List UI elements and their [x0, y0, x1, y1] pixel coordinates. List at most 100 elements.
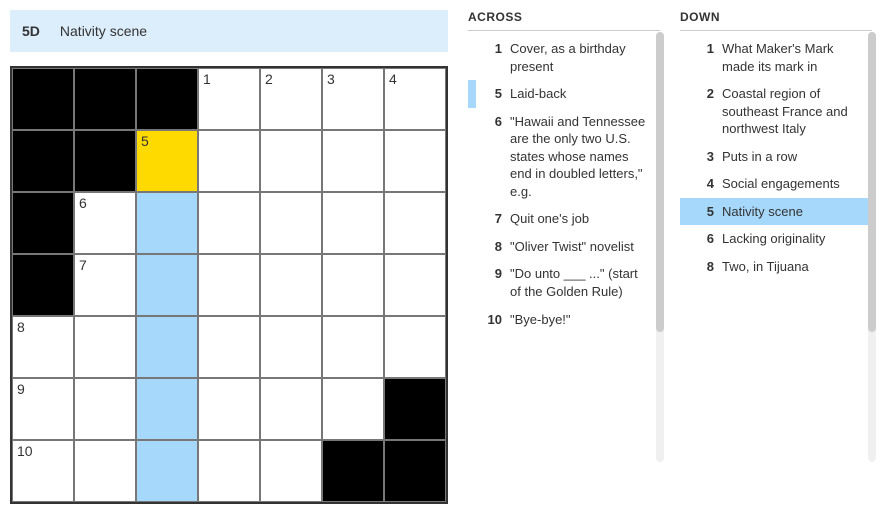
clue-number: 7 — [476, 210, 502, 228]
grid-cell[interactable]: 9 — [12, 378, 74, 440]
cell-number: 10 — [17, 443, 33, 459]
clue-item[interactable]: 6 Lacking originality — [680, 225, 868, 253]
grid-cell[interactable]: 10 — [12, 440, 74, 502]
grid-cell — [136, 68, 198, 130]
clue-number: 10 — [476, 311, 502, 329]
grid-cell[interactable] — [260, 254, 322, 316]
grid-cell[interactable]: 2 — [260, 68, 322, 130]
cell-number: 5 — [141, 133, 149, 149]
clue-number: 2 — [688, 85, 714, 138]
grid-cell[interactable] — [74, 440, 136, 502]
clue-item[interactable]: 1What Maker's Mark made its mark in — [680, 35, 868, 80]
grid-cell[interactable] — [322, 254, 384, 316]
grid-cell — [384, 378, 446, 440]
clue-item[interactable]: 2Coastal region of southeast France and … — [680, 80, 868, 143]
clue-text: Two, in Tijuana — [722, 258, 862, 276]
grid-cell — [12, 254, 74, 316]
clue-item[interactable]: 8"Oliver Twist" novelist — [468, 233, 656, 261]
clue-number: 6 — [688, 230, 714, 248]
grid-cell[interactable] — [198, 440, 260, 502]
clue-number: 1 — [688, 40, 714, 75]
scrollbar-track[interactable] — [656, 32, 664, 462]
clue-item[interactable]: 7 Quit one's job — [468, 205, 656, 233]
across-clue-list[interactable]: 1Cover, as a birthday present5Laid-back6… — [468, 35, 660, 333]
crossword-grid[interactable]: 1 2 34 5 6 7 8 9 10 — [10, 66, 448, 504]
clue-text: "Bye-bye!" — [510, 311, 650, 329]
clue-number: 5 — [476, 85, 502, 103]
clue-item[interactable]: 3Puts in a row — [680, 143, 868, 171]
grid-cell[interactable]: 1 — [198, 68, 260, 130]
clue-number: 8 — [476, 238, 502, 256]
cell-number: 4 — [389, 71, 397, 87]
clue-number: 3 — [688, 148, 714, 166]
clue-item[interactable]: 10 "Bye-bye!" — [468, 306, 656, 334]
grid-cell[interactable] — [384, 316, 446, 378]
grid-cell[interactable] — [198, 192, 260, 254]
grid-cell[interactable]: 4 — [384, 68, 446, 130]
grid-cell[interactable] — [74, 378, 136, 440]
grid-cell[interactable] — [198, 316, 260, 378]
grid-cell[interactable]: 3 — [322, 68, 384, 130]
grid-cell — [74, 68, 136, 130]
cell-number: 9 — [17, 381, 25, 397]
across-column: ACROSS 1Cover, as a birthday present5Lai… — [468, 10, 660, 504]
cell-number: 2 — [265, 71, 273, 87]
grid-cell[interactable] — [384, 254, 446, 316]
grid-cell[interactable] — [136, 192, 198, 254]
clue-number: 6 — [476, 113, 502, 201]
clue-number: 4 — [688, 175, 714, 193]
grid-cell — [384, 440, 446, 502]
current-clue-label: 5D — [22, 23, 40, 39]
current-clue-bar: 5D Nativity scene — [10, 10, 448, 52]
scrollbar-track[interactable] — [868, 32, 876, 462]
cell-number: 8 — [17, 319, 25, 335]
cell-number: 6 — [79, 195, 87, 211]
left-column: 5D Nativity scene 1 2 34 5 6 7 8 9 10 — [10, 10, 448, 504]
clue-item[interactable]: 8 Two, in Tijuana — [680, 253, 868, 281]
clue-text: "Hawaii and Tennessee are the only two U… — [510, 113, 650, 201]
grid-cell — [12, 130, 74, 192]
grid-cell — [322, 440, 384, 502]
grid-cell[interactable] — [198, 254, 260, 316]
grid-cell[interactable] — [384, 130, 446, 192]
clue-item[interactable]: 1Cover, as a birthday present — [468, 35, 656, 80]
grid-cell[interactable] — [74, 316, 136, 378]
clue-item[interactable]: 6"Hawaii and Tennessee are the only two … — [468, 108, 656, 206]
grid-cell[interactable] — [322, 192, 384, 254]
grid-cell[interactable] — [322, 130, 384, 192]
cell-number: 1 — [203, 71, 211, 87]
down-clue-list[interactable]: 1What Maker's Mark made its mark in2Coas… — [680, 35, 872, 280]
cell-number: 7 — [79, 257, 87, 273]
clue-item[interactable]: 9"Do unto ___ ..." (start of the Golden … — [468, 260, 656, 305]
grid-cell[interactable] — [136, 316, 198, 378]
grid-cell — [12, 68, 74, 130]
clue-text: Lacking originality — [722, 230, 862, 248]
grid-cell[interactable] — [260, 378, 322, 440]
grid-cell[interactable]: 8 — [12, 316, 74, 378]
grid-cell[interactable] — [322, 378, 384, 440]
grid-cell[interactable] — [136, 440, 198, 502]
clue-item[interactable]: 5Nativity scene — [680, 198, 868, 226]
grid-cell[interactable] — [198, 378, 260, 440]
clue-text: Cover, as a birthday present — [510, 40, 650, 75]
clue-item[interactable]: 4 Social engagements — [680, 170, 868, 198]
grid-cell[interactable] — [260, 440, 322, 502]
grid-cell[interactable] — [260, 316, 322, 378]
clue-text: Quit one's job — [510, 210, 650, 228]
grid-cell[interactable]: 5 — [136, 130, 198, 192]
scrollbar-thumb[interactable] — [868, 32, 876, 332]
scrollbar-thumb[interactable] — [656, 32, 664, 332]
clue-item[interactable]: 5Laid-back — [468, 80, 656, 108]
grid-cell[interactable] — [322, 316, 384, 378]
grid-cell[interactable] — [260, 130, 322, 192]
grid-cell[interactable]: 7 — [74, 254, 136, 316]
grid-cell[interactable]: 6 — [74, 192, 136, 254]
grid-cell[interactable] — [136, 378, 198, 440]
grid-cell[interactable] — [384, 192, 446, 254]
clue-number: 8 — [688, 258, 714, 276]
clue-number: 5 — [688, 203, 714, 221]
clue-text: Social engagements — [722, 175, 862, 193]
grid-cell[interactable] — [198, 130, 260, 192]
grid-cell[interactable] — [136, 254, 198, 316]
grid-cell[interactable] — [260, 192, 322, 254]
